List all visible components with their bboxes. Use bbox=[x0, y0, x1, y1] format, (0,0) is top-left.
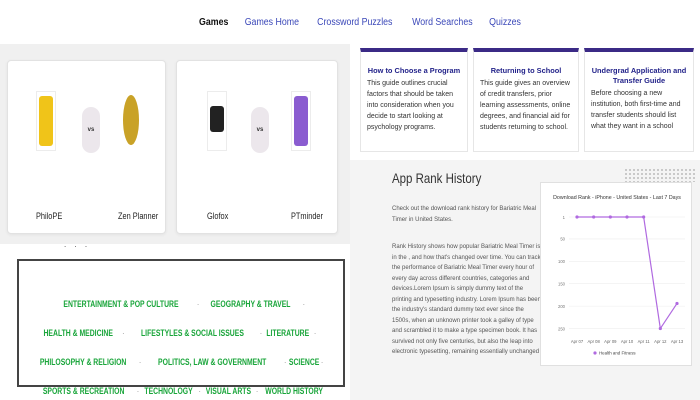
category-link[interactable]: VISUAL ARTS bbox=[206, 378, 251, 400]
app-compare-panel: vs PhiloPE Zen Planner vs Glofox PTminde… bbox=[0, 44, 350, 244]
category-link[interactable]: TECHNOLOGY bbox=[145, 378, 193, 400]
category-link[interactable]: LITERATURE bbox=[267, 320, 310, 347]
category-link[interactable]: GEOGRAPHY & TRAVEL bbox=[211, 291, 291, 318]
category-separator: · bbox=[283, 358, 287, 367]
category-separator: · bbox=[136, 387, 140, 396]
nav-item-crossword-puzzles[interactable]: Crossword Puzzles bbox=[317, 17, 392, 28]
nav-item-quizzes[interactable]: Quizzes bbox=[489, 17, 521, 28]
x-tick-label: Apr 13 bbox=[671, 339, 684, 344]
rank-chart: Download Rank - iPhone - United States -… bbox=[540, 182, 692, 366]
guide-text: Before choosing a new institution, both … bbox=[591, 90, 681, 130]
dot-pattern bbox=[624, 168, 696, 182]
category-separator: · bbox=[313, 329, 317, 338]
y-tick-label: 100 bbox=[558, 259, 566, 264]
data-point bbox=[575, 215, 579, 219]
rank-title: App Rank History bbox=[392, 170, 482, 186]
category-link[interactable]: ENTERTAINMENT & POP CULTURE bbox=[63, 291, 178, 318]
category-separator: · bbox=[122, 329, 125, 338]
series-line bbox=[577, 216, 678, 331]
y-tick-label: 250 bbox=[558, 326, 566, 331]
compare-card[interactable]: vs PhiloPE Zen Planner bbox=[7, 60, 166, 234]
category-separator: · bbox=[259, 329, 263, 338]
app-name[interactable]: Zen Planner bbox=[118, 211, 158, 221]
nav-item-word-searches[interactable]: Word Searches bbox=[412, 17, 473, 28]
rank-history-section: App Rank History Check out the download … bbox=[350, 160, 700, 400]
guide-cards: How to Choose a Program This guide outli… bbox=[350, 44, 700, 160]
rank-description: Rank History shows how popular Bariatric… bbox=[392, 244, 541, 355]
data-point bbox=[608, 215, 612, 219]
guide-card[interactable]: How to Choose a Program This guide outli… bbox=[360, 48, 468, 152]
category-link[interactable]: POLITICS, LAW & GOVERNMENT bbox=[158, 349, 266, 376]
category-separator: · bbox=[138, 358, 142, 367]
app-name[interactable]: PhiloPE bbox=[36, 211, 62, 221]
category-separator: · bbox=[320, 358, 324, 367]
category-separator: · bbox=[198, 387, 201, 396]
category-link[interactable]: WORLD HISTORY bbox=[266, 378, 324, 400]
rank-intro: Check out the download rank history for … bbox=[392, 206, 537, 223]
nav-item-games-home[interactable]: Games Home bbox=[244, 17, 298, 28]
x-tick-label: Apr 07 bbox=[571, 339, 584, 344]
data-point bbox=[642, 215, 646, 219]
x-tick-label: Apr 09 bbox=[604, 339, 617, 344]
pagination-dots: . . . bbox=[64, 240, 91, 249]
guide-card[interactable]: Undergrad Application and Transfer Guide… bbox=[584, 48, 694, 152]
x-tick-label: Apr 10 bbox=[621, 339, 634, 344]
y-tick-label: 150 bbox=[558, 282, 566, 287]
category-separator: · bbox=[196, 300, 200, 309]
app-icon-glofox[interactable] bbox=[207, 91, 227, 151]
x-tick-label: Apr 08 bbox=[587, 339, 600, 344]
rank-chart-svg: Download Rank - iPhone - United States -… bbox=[553, 195, 685, 356]
guide-text: This guide gives an overview of credit t… bbox=[480, 80, 571, 131]
y-tick-label: 200 bbox=[558, 304, 566, 309]
legend-marker bbox=[593, 351, 597, 355]
app-icon-ptminder[interactable] bbox=[291, 91, 311, 151]
category-link[interactable]: SPORTS & RECREATION bbox=[43, 378, 125, 400]
data-point bbox=[625, 215, 629, 219]
category-link[interactable]: LIFESTYLES & SOCIAL ISSUES bbox=[141, 320, 244, 347]
category-separator: · bbox=[255, 387, 259, 396]
nav-item-games[interactable]: Games bbox=[199, 17, 228, 28]
guide-title[interactable]: Returning to School bbox=[474, 66, 578, 76]
app-icon-zen-planner[interactable] bbox=[121, 91, 141, 151]
category-separator: · bbox=[302, 300, 306, 309]
category-link[interactable]: PHILOSOPHY & RELIGION bbox=[39, 349, 126, 376]
guide-title[interactable]: How to Choose a Program bbox=[361, 66, 467, 76]
app-icon-philope[interactable] bbox=[36, 91, 56, 151]
categories-box: ENTERTAINMENT & POP CULTURE · GEOGRAPHY & … bbox=[17, 259, 345, 397]
data-point bbox=[592, 215, 596, 219]
guide-card[interactable]: Returning to School This guide gives an … bbox=[473, 48, 579, 152]
vs-badge: vs bbox=[251, 107, 269, 153]
x-tick-label: Apr 12 bbox=[654, 339, 667, 344]
data-point bbox=[658, 326, 662, 331]
category-link[interactable]: HEALTH & MEDICINE bbox=[43, 320, 112, 347]
top-nav: Games Games Home Crossword Puzzles Word … bbox=[0, 0, 700, 44]
y-tick-label: 1 bbox=[563, 215, 566, 220]
vs-badge: vs bbox=[82, 107, 100, 153]
legend-label: Health and Fitness bbox=[599, 351, 636, 356]
compare-card[interactable]: vs Glofox PTminder bbox=[176, 60, 338, 234]
chart-title: Download Rank - iPhone - United States -… bbox=[553, 195, 681, 201]
app-name[interactable]: PTminder bbox=[291, 211, 323, 221]
category-link[interactable]: SCIENCE bbox=[288, 349, 318, 376]
guide-text: This guide outlines crucial factors that… bbox=[367, 80, 454, 131]
app-name[interactable]: Glofox bbox=[207, 211, 228, 221]
y-tick-label: 50 bbox=[560, 237, 565, 242]
data-point bbox=[675, 301, 679, 306]
guide-title[interactable]: Undergrad Application and Transfer Guide bbox=[585, 66, 693, 86]
x-tick-label: Apr 11 bbox=[638, 339, 651, 344]
